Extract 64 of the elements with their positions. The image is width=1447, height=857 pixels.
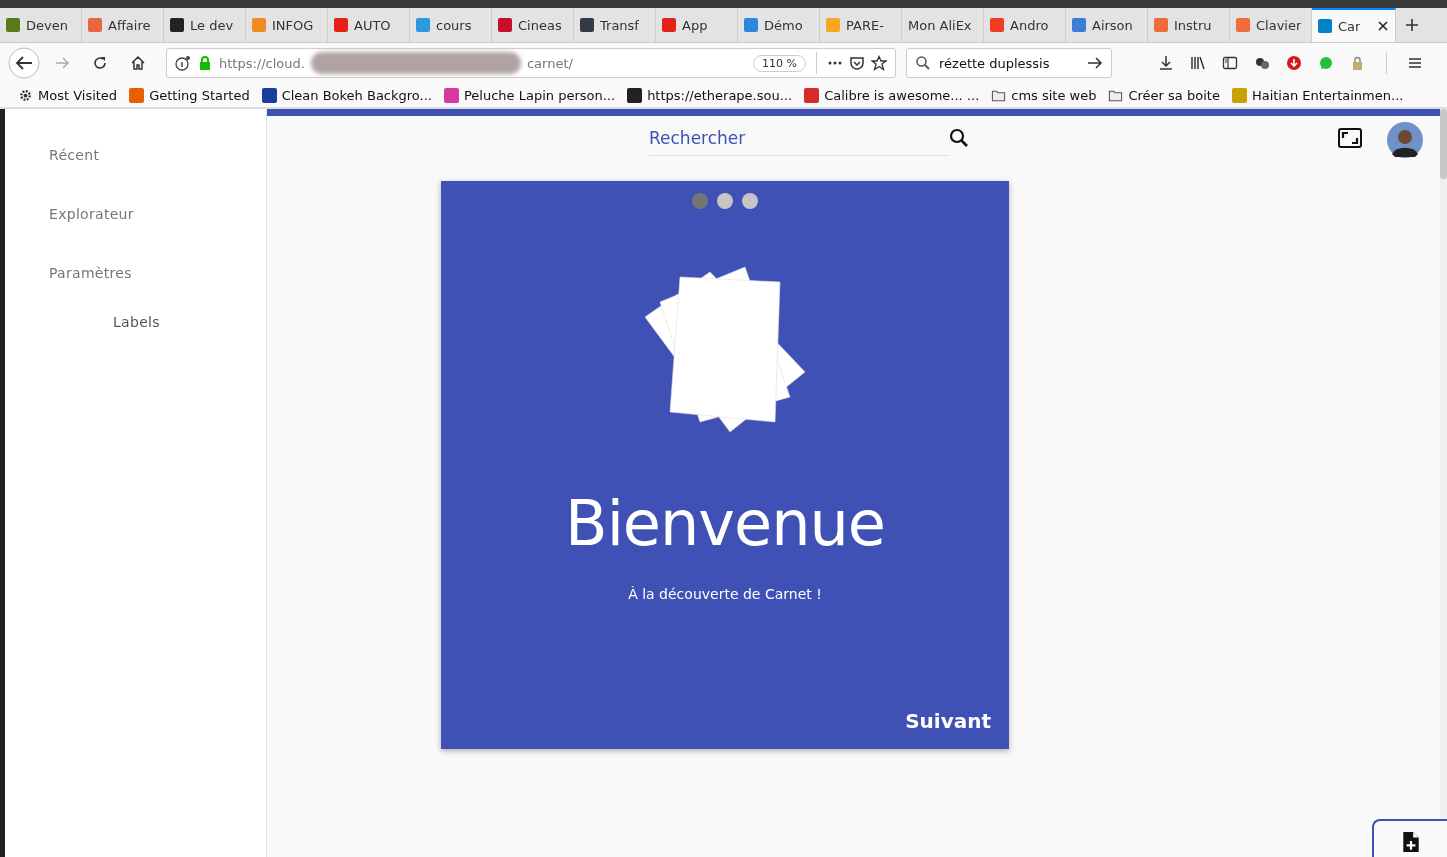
info-icon[interactable] bbox=[175, 55, 191, 71]
bookmark[interactable]: Peluche Lapin person... bbox=[443, 87, 616, 103]
browser-tab[interactable]: AUTO bbox=[328, 8, 410, 42]
lock-icon bbox=[197, 55, 213, 71]
home-icon[interactable] bbox=[130, 55, 146, 71]
search-icon[interactable] bbox=[949, 128, 969, 148]
sidebar-icon[interactable] bbox=[1222, 55, 1238, 71]
download-badge-icon[interactable] bbox=[1286, 55, 1302, 71]
next-button[interactable]: Suivant bbox=[905, 709, 991, 733]
browser-tab[interactable]: Car bbox=[1312, 8, 1396, 42]
add-file-icon bbox=[1402, 831, 1420, 853]
browser-tab[interactable]: Instru bbox=[1148, 8, 1230, 42]
sidebar-item[interactable]: Labels bbox=[113, 314, 160, 330]
sidebar-item[interactable]: Récent bbox=[49, 147, 100, 163]
sidebar-item[interactable]: Paramètres bbox=[49, 265, 132, 281]
search-field[interactable]: Rechercher bbox=[649, 120, 949, 156]
browser-tab[interactable]: App bbox=[656, 8, 738, 42]
sidebar-item[interactable]: Explorateur bbox=[49, 206, 134, 222]
browser-tab[interactable]: PARE- bbox=[820, 8, 902, 42]
address-bar[interactable]: https://cloud. carnet/ 110 % bbox=[166, 48, 896, 78]
pocket-icon[interactable] bbox=[849, 55, 865, 71]
carousel-dot[interactable] bbox=[742, 193, 758, 209]
scrollbar-thumb[interactable] bbox=[1440, 109, 1447, 179]
browser-tab[interactable]: Airson bbox=[1066, 8, 1148, 42]
bookmark[interactable]: Getting Started bbox=[129, 87, 250, 103]
new-tab-icon[interactable] bbox=[1404, 17, 1420, 33]
bookmark[interactable]: Haitian Entertainmen... bbox=[1231, 87, 1404, 103]
star-icon[interactable] bbox=[871, 55, 887, 71]
bookmark[interactable]: Calibre is awesome... ... bbox=[804, 87, 980, 103]
browser-tab[interactable]: Le dev bbox=[164, 8, 246, 42]
url-text: carnet/ bbox=[526, 55, 573, 71]
browser-tab[interactable]: Mon AliEx bbox=[902, 8, 984, 42]
bookmark[interactable]: https://etherape.sou... bbox=[627, 87, 793, 103]
browser-tab[interactable]: INFOG bbox=[246, 8, 328, 42]
welcome-subtitle: À la découverte de Carnet ! bbox=[628, 586, 822, 602]
gear-icon bbox=[18, 87, 33, 103]
carousel-dot[interactable] bbox=[692, 193, 708, 209]
bookmark[interactable]: Créer sa boite bbox=[1108, 87, 1220, 103]
browser-tab[interactable]: Andro bbox=[984, 8, 1066, 42]
browser-tab[interactable]: Affaire bbox=[82, 8, 164, 42]
download-icon[interactable] bbox=[1158, 55, 1174, 71]
avatar[interactable] bbox=[1387, 122, 1423, 158]
close-icon[interactable] bbox=[1377, 20, 1389, 32]
bookmark[interactable]: Clean Bokeh Backgro... bbox=[261, 87, 432, 103]
fullscreen-icon[interactable] bbox=[1338, 128, 1362, 148]
browser-tab[interactable]: Démo bbox=[738, 8, 820, 42]
search-icon bbox=[915, 55, 931, 71]
reload-icon[interactable] bbox=[92, 55, 108, 71]
new-note-button[interactable] bbox=[1372, 819, 1447, 857]
search-field[interactable]: rézette duplessis bbox=[906, 48, 1112, 78]
bookmark[interactable]: Most Visited bbox=[18, 87, 118, 103]
url-text: https://cloud. bbox=[219, 55, 305, 71]
browser-tab[interactable]: Deven bbox=[0, 8, 82, 42]
balls-icon[interactable] bbox=[1254, 55, 1270, 71]
library-icon[interactable] bbox=[1190, 55, 1206, 71]
back-button[interactable] bbox=[8, 47, 40, 79]
browser-tab[interactable]: Cineas bbox=[492, 8, 574, 42]
bookmark[interactable]: cms site web bbox=[991, 87, 1097, 103]
menu-icon[interactable] bbox=[1407, 55, 1423, 71]
welcome-title: Bienvenue bbox=[565, 487, 885, 560]
carousel-dot[interactable] bbox=[717, 193, 733, 209]
browser-tab[interactable]: Transf bbox=[574, 8, 656, 42]
go-arrow-icon[interactable] bbox=[1087, 55, 1103, 71]
browser-tab[interactable]: cours bbox=[410, 8, 492, 42]
